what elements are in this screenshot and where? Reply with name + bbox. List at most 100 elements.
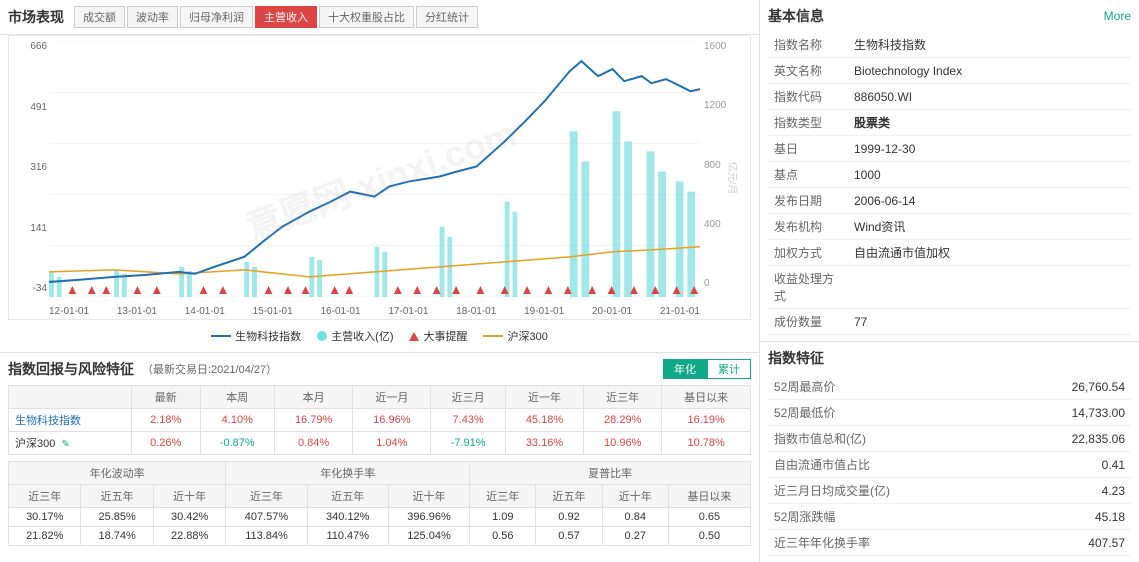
legend-revenue: 主营收入(亿) bbox=[317, 328, 393, 344]
char-val-52chg: 45.18 bbox=[1008, 504, 1131, 530]
cell-hs-month: 0.84% bbox=[274, 432, 352, 455]
label-weight: 加权方式 bbox=[768, 240, 848, 266]
val-count: 77 bbox=[848, 309, 1131, 335]
return-title: 指数回报与风险特征 bbox=[8, 359, 134, 379]
val-publisher: Wind资讯 bbox=[848, 214, 1131, 240]
cell-hs-1y: 33.16% bbox=[505, 432, 583, 455]
info-row-pubdate: 发布日期 2006-06-14 bbox=[768, 188, 1131, 214]
y-right-1200: 1200 bbox=[704, 100, 748, 111]
more-link[interactable]: More bbox=[1104, 9, 1131, 23]
vh-10y-turn: 近十年 bbox=[388, 485, 469, 508]
char-val-mktcap: 22,835.06 bbox=[1008, 426, 1131, 452]
vr1-c7: 1.09 bbox=[470, 508, 536, 527]
cell-hs-3y: 10.96% bbox=[584, 432, 662, 455]
char-row-float: 自由流通市值占比 0.41 bbox=[768, 452, 1131, 478]
val-basedate: 1999-12-30 bbox=[848, 136, 1131, 162]
legend-hs300-label: 沪深300 bbox=[507, 328, 547, 344]
cell-bio-since: 16.19% bbox=[662, 409, 751, 432]
label-pubdate: 发布日期 bbox=[768, 188, 848, 214]
val-index-name: 生物科技指数 bbox=[848, 32, 1131, 58]
vr2-c8: 0.57 bbox=[536, 527, 602, 546]
y-right-unit: 亿元/月 bbox=[726, 161, 741, 194]
edit-icon[interactable]: ✎ bbox=[61, 439, 69, 450]
th-since: 基日以来 bbox=[662, 386, 751, 409]
val-code: 886050.WI bbox=[848, 84, 1131, 110]
vol-row-2: 21.82% 18.74% 22.88% 113.84% 110.47% 125… bbox=[9, 527, 751, 546]
vr2-c7: 0.56 bbox=[470, 527, 536, 546]
vr1-c5: 340.12% bbox=[307, 508, 388, 527]
cell-hs-latest: 0.26% bbox=[131, 432, 200, 455]
info-row-name: 指数名称 生物科技指数 bbox=[768, 32, 1131, 58]
tab-fenhong[interactable]: 分红统计 bbox=[416, 6, 478, 28]
legend-event-label: 大事提醒 bbox=[423, 328, 467, 344]
y-right-400: 400 bbox=[704, 219, 748, 230]
cell-hs-3m: -7.91% bbox=[431, 432, 505, 455]
vh-3y-turn: 近三年 bbox=[226, 485, 307, 508]
vr2-c5: 110.47% bbox=[307, 527, 388, 546]
label-basedate: 基日 bbox=[768, 136, 848, 162]
vh-3y-sharpe: 近三年 bbox=[470, 485, 536, 508]
val-en-name: Biotechnology Index bbox=[848, 58, 1131, 84]
char-row-mktcap: 指数市值总和(亿) 22,835.06 bbox=[768, 426, 1131, 452]
chart-legend: 生物科技指数 主营收入(亿) 大事提醒 沪深300 bbox=[8, 324, 751, 348]
cell-bio-3m: 7.43% bbox=[431, 409, 505, 432]
vh-since-sharpe: 基日以来 bbox=[668, 485, 750, 508]
th-latest: 最新 bbox=[131, 386, 200, 409]
vh-3y-vol: 近三年 bbox=[9, 485, 81, 508]
cell-bio-1m: 16.96% bbox=[353, 409, 431, 432]
th-1y: 近一年 bbox=[505, 386, 583, 409]
legend-bio: 生物科技指数 bbox=[211, 328, 301, 344]
label-index-name: 指数名称 bbox=[768, 32, 848, 58]
vth-turnover: 年化换手率 bbox=[226, 462, 470, 485]
tab-zhuyingshouru[interactable]: 主营收入 bbox=[255, 6, 317, 28]
vr1-c4: 407.57% bbox=[226, 508, 307, 527]
char-label-52chg: 52周涨跌幅 bbox=[768, 504, 1008, 530]
info-row-type: 指数类型 股票类 bbox=[768, 110, 1131, 136]
cell-hs-since: 10.78% bbox=[662, 432, 751, 455]
vol-row-1: 30.17% 25.85% 30.42% 407.57% 340.12% 396… bbox=[9, 508, 751, 527]
vol-table: 年化波动率 年化换手率 夏普比率 近三年 近五年 近十年 近三年 近五年 近十年… bbox=[8, 461, 751, 546]
vr2-c6: 125.04% bbox=[388, 527, 469, 546]
return-row-bio: 生物科技指数 2.18% 4.10% 16.79% 16.96% 7.43% 4… bbox=[9, 409, 751, 432]
info-row-en-name: 英文名称 Biotechnology Index bbox=[768, 58, 1131, 84]
tab-guimu[interactable]: 归母净利润 bbox=[180, 6, 253, 28]
vr2-c1: 21.82% bbox=[9, 527, 81, 546]
char-label-turnover3y: 近三年年化换手率 bbox=[768, 530, 1008, 556]
legend-event: 大事提醒 bbox=[409, 328, 467, 344]
vr2-c3: 22.88% bbox=[153, 527, 225, 546]
tab-bodonglu[interactable]: 波动率 bbox=[127, 6, 178, 28]
tab-chengjiaoe[interactable]: 成交额 bbox=[74, 6, 125, 28]
volatility-section: 年化波动率 年化换手率 夏普比率 近三年 近五年 近十年 近三年 近五年 近十年… bbox=[8, 461, 751, 546]
char-row-52l: 52周最低价 14,733.00 bbox=[768, 400, 1131, 426]
x-axis: 12-01-01 13-01-01 14-01-01 15-01-01 16-0… bbox=[49, 306, 700, 317]
toggle-bar: 年化 累计 bbox=[663, 359, 751, 379]
char-val-turnover3y: 407.57 bbox=[1008, 530, 1131, 556]
cell-bio-latest: 2.18% bbox=[131, 409, 200, 432]
toggle-annualized[interactable]: 年化 bbox=[663, 359, 707, 379]
basic-info-table: 指数名称 生物科技指数 英文名称 Biotechnology Index 指数代… bbox=[768, 32, 1131, 335]
th-week: 本周 bbox=[200, 386, 274, 409]
char-label-52h: 52周最高价 bbox=[768, 374, 1008, 400]
info-row-weight: 加权方式 自由流通市值加权 bbox=[768, 240, 1131, 266]
legend-bio-label: 生物科技指数 bbox=[235, 328, 301, 344]
char-label-52l: 52周最低价 bbox=[768, 400, 1008, 426]
vr1-c10: 0.65 bbox=[668, 508, 750, 527]
info-row-return-method: 收益处理方式 bbox=[768, 266, 1131, 309]
legend-revenue-label: 主营收入(亿) bbox=[331, 328, 393, 344]
tab-bar: 成交额 波动率 归母净利润 主营收入 十大权重股占比 分红统计 bbox=[74, 6, 478, 28]
cell-bio-month: 16.79% bbox=[274, 409, 352, 432]
val-return-method bbox=[848, 266, 1131, 309]
return-table: 最新 本周 本月 近一月 近三月 近一年 近三年 基日以来 生物科技指数 2.1… bbox=[8, 385, 751, 455]
vr1-c9: 0.84 bbox=[602, 508, 668, 527]
th-1m: 近一月 bbox=[353, 386, 431, 409]
vth-vol: 年化波动率 bbox=[9, 462, 226, 485]
market-title: 市场表现 bbox=[8, 7, 64, 27]
vr2-c4: 113.84% bbox=[226, 527, 307, 546]
vh-10y-sharpe: 近十年 bbox=[602, 485, 668, 508]
char-row-52h: 52周最高价 26,760.54 bbox=[768, 374, 1131, 400]
tab-shidaquan[interactable]: 十大权重股占比 bbox=[319, 6, 414, 28]
info-row-publisher: 发布机构 Wind资讯 bbox=[768, 214, 1131, 240]
toggle-cumulative[interactable]: 累计 bbox=[707, 359, 751, 379]
vr2-c2: 18.74% bbox=[81, 527, 153, 546]
char-label-float: 自由流通市值占比 bbox=[768, 452, 1008, 478]
